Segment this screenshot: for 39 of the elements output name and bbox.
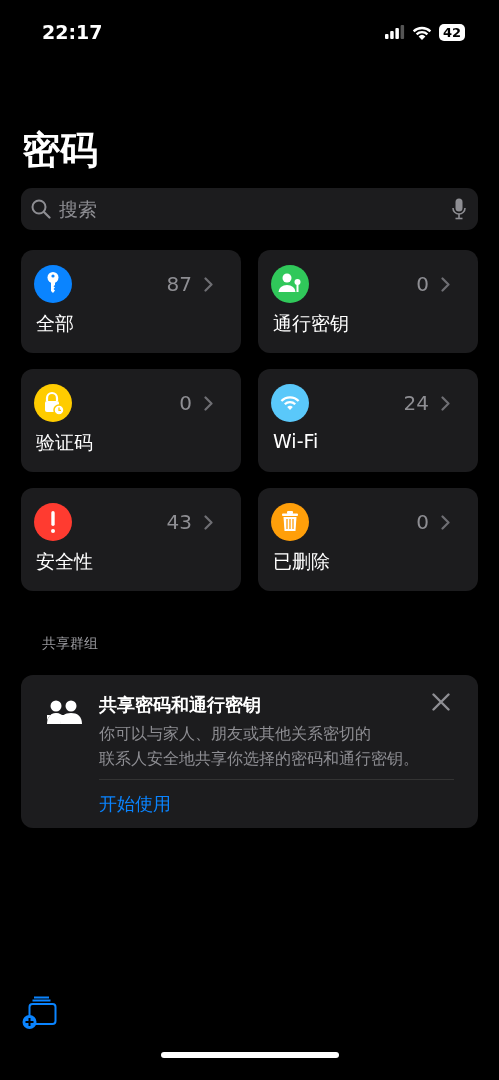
card-description: 你可以与家人、朋友或其他关系密切的 联系人安全地共享你选择的密码和通行密钥。 [99,723,420,770]
category-tile[interactable]: 0 验证码 [21,369,241,472]
new-group-icon[interactable] [22,996,60,1030]
chevron-icon [441,514,450,530]
search-field[interactable]: 搜索 [21,188,478,230]
close-icon[interactable] [432,693,450,711]
category-tile[interactable]: 43 安全性 [21,488,241,591]
item-count: 0 [179,391,192,415]
chevron-icon [441,395,450,411]
item-count: 24 [403,391,429,415]
item-count: 87 [166,272,192,296]
chevron-icon [204,276,213,292]
chevron-icon [204,395,213,411]
wifi-icon [411,24,432,40]
battery-indicator: 42 [438,23,465,41]
page-title: 密码 [22,127,99,174]
item-count: 0 [416,510,429,534]
signal-icon [384,25,405,39]
chevron-icon [204,514,213,530]
people-icon [47,699,83,725]
section-heading: 共享群组 [42,635,99,653]
category-label: Wi-Fi [273,430,320,452]
category-tile[interactable]: 87 全部 [21,250,241,353]
category-tile[interactable]: 24 Wi-Fi [258,369,478,472]
category-tile[interactable]: 0 已删除 [258,488,478,591]
category-label: 全部 [36,311,75,336]
category-label: 已删除 [273,549,331,574]
category-label: 通行密钥 [273,311,350,336]
item-count: 43 [166,510,192,534]
microphone-icon[interactable] [452,198,466,220]
status-time: 22:17 [42,21,103,43]
item-count: 0 [416,272,429,296]
category-tile[interactable]: 0 通行密钥 [258,250,478,353]
search-icon [31,199,51,219]
category-label: 安全性 [36,549,94,574]
category-label: 验证码 [36,430,94,455]
chevron-icon [441,276,450,292]
get-started-link[interactable]: 开始使用 [99,793,171,814]
card-title: 共享密码和通行密钥 [99,693,262,717]
